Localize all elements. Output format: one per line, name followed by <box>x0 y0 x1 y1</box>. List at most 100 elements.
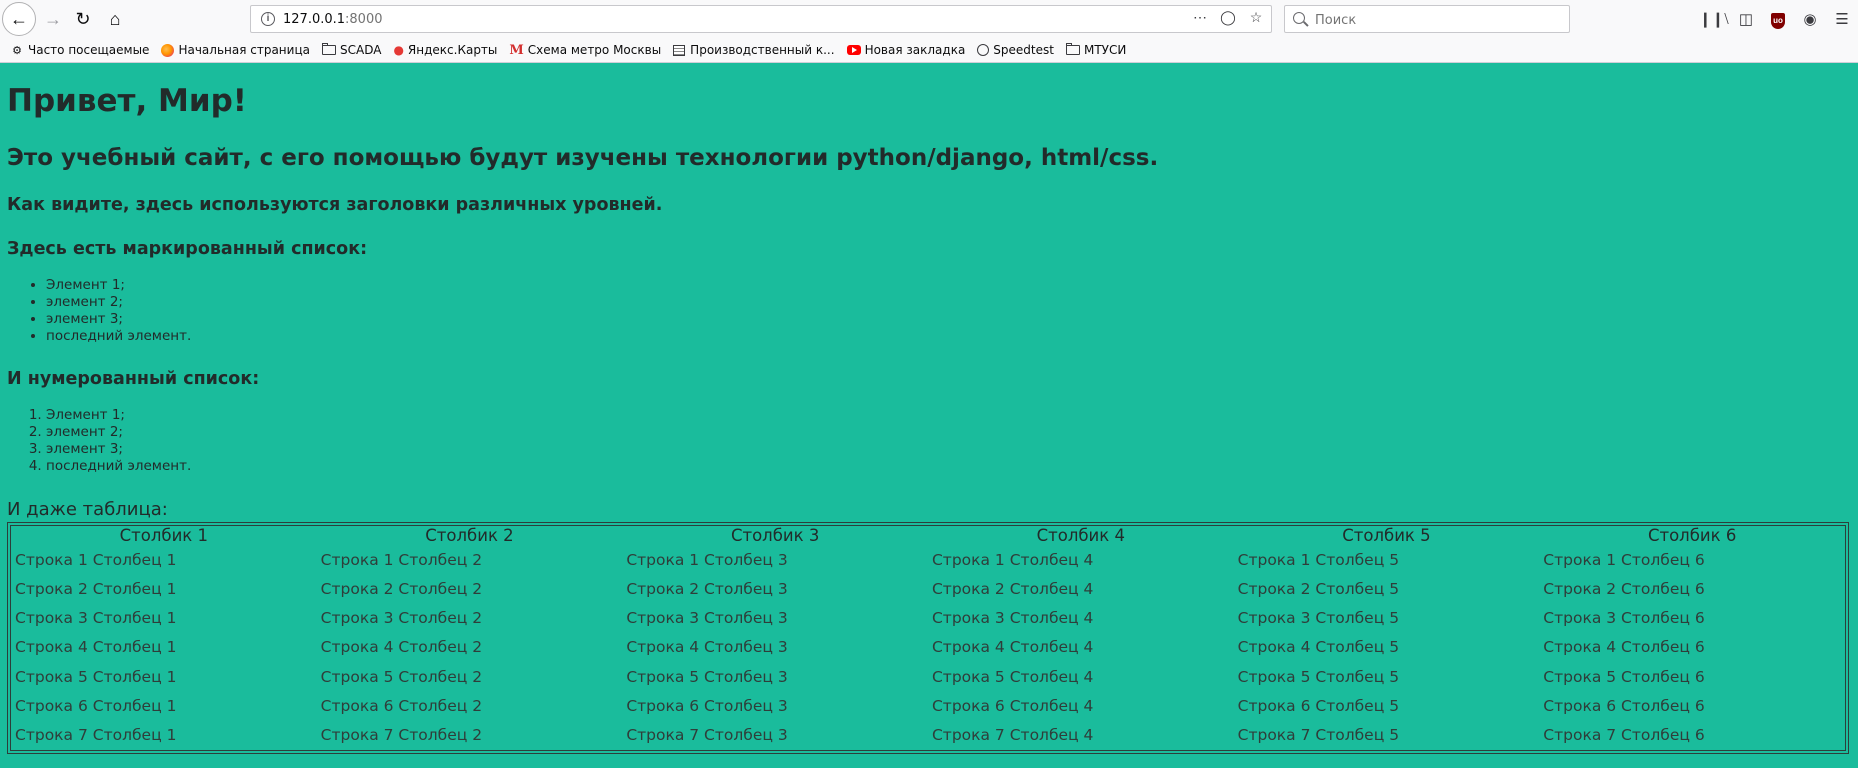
table-cell: Строка 2 Столбец 4 <box>931 579 1094 598</box>
bookmark-production[interactable]: Производственный к... <box>673 43 835 57</box>
arrow-right-icon: → <box>44 8 62 29</box>
list-item: последний элемент. <box>46 458 191 475</box>
bookmark-yandex-maps[interactable]: ● Яндекс.Карты <box>393 43 497 57</box>
list-item: последний элемент. <box>46 328 191 345</box>
list-item: элемент 3; <box>46 311 191 328</box>
bookmark-label: Схема метро Москвы <box>527 43 662 57</box>
table-cell: Строка 6 Столбец 3 <box>626 697 788 716</box>
bookmark-label: Яндекс.Карты <box>407 43 498 57</box>
bulleted-list: Элемент 1; элемент 2; элемент 3; последн… <box>30 277 191 345</box>
gauge-icon <box>977 44 990 56</box>
table-cell: Строка 5 Столбец 2 <box>320 667 483 686</box>
youtube-icon <box>846 45 861 55</box>
table-cell: Строка 3 Столбец 6 <box>1543 609 1705 628</box>
table-cell: Строка 6 Столбец 4 <box>931 697 1094 716</box>
sidebar-icon[interactable]: ◫ <box>1730 10 1762 28</box>
bookmark-label: МТУСИ <box>1083 43 1127 57</box>
reload-button[interactable]: ↻ <box>68 4 98 34</box>
address-bar[interactable]: i 127.0.0.1:8000 ⋯ ◯ ☆ <box>250 5 1272 33</box>
table-row: Строка 5 Столбец 1 Строка 5 Столбец 2 Ст… <box>11 662 1845 691</box>
table-header-row: Столбик 1 Столбик 2 Столбик 3 Столбик 4 … <box>11 526 1845 545</box>
table-cell: Строка 5 Столбец 5 <box>1237 667 1400 686</box>
list-item: Элемент 1; <box>46 407 191 424</box>
column-header: Столбик 6 <box>1647 526 1737 545</box>
search-input[interactable] <box>1313 9 1557 31</box>
table-cell: Строка 6 Столбец 5 <box>1237 697 1400 716</box>
bookmark-label: Часто посещаемые <box>28 43 150 57</box>
bookmark-folder-mtuci[interactable]: МТУСИ <box>1065 43 1127 57</box>
table-cell: Строка 7 Столбец 3 <box>626 726 788 745</box>
ublock-icon[interactable]: uo <box>1762 10 1794 29</box>
pocket-icon[interactable]: ◯ <box>1219 9 1237 26</box>
gear-icon: ⚙ <box>12 43 22 57</box>
table-cell: Строка 6 Столбец 6 <box>1543 697 1705 716</box>
bookmark-label: SCADA <box>339 43 382 57</box>
folder-icon <box>1065 43 1080 55</box>
bookmark-start-page[interactable]: Начальная страница <box>161 43 310 57</box>
numbered-list: Элемент 1; элемент 2; элемент 3; последн… <box>30 407 191 475</box>
url-host: 127.0.0.1 <box>283 12 346 27</box>
column-header: Столбик 5 <box>1342 526 1431 545</box>
table-cell: Строка 2 Столбец 1 <box>15 579 177 598</box>
forward-button[interactable]: → <box>38 4 68 34</box>
headings-note: Как видите, здесь используются заголовки… <box>7 195 663 215</box>
navigation-toolbar: ← → ↻ ⌂ i 127.0.0.1:8000 ⋯ ◯ ☆ ❙❙⧵ ◫ <box>0 0 1858 38</box>
search-icon <box>1293 12 1305 24</box>
page-actions-icon[interactable]: ⋯ <box>1191 9 1209 26</box>
firefox-icon <box>161 43 175 57</box>
table-cell: Строка 4 Столбец 1 <box>15 638 177 657</box>
bulleted-list-heading: Здесь есть маркированный список: <box>7 239 368 259</box>
table-cell: Строка 1 Столбец 1 <box>15 550 177 569</box>
table-cell: Строка 4 Столбец 2 <box>320 638 483 657</box>
bookmark-metro-map[interactable]: M Схема метро Москвы <box>509 43 661 58</box>
home-button[interactable]: ⌂ <box>100 4 130 34</box>
table-body: Строка 1 Столбец 1 Строка 1 Столбец 2 Ст… <box>11 545 1845 750</box>
table-cell: Строка 2 Столбец 3 <box>626 579 788 598</box>
url-text[interactable]: 127.0.0.1:8000 <box>283 12 383 27</box>
table-cell: Строка 7 Столбец 6 <box>1543 726 1705 745</box>
table-cell: Строка 1 Столбец 5 <box>1237 550 1400 569</box>
column-header: Столбик 3 <box>730 526 820 545</box>
table-cell: Строка 3 Столбец 3 <box>626 609 788 628</box>
menu-icon[interactable]: ☰ <box>1826 10 1858 28</box>
list-item: элемент 3; <box>46 441 191 458</box>
table-cell: Строка 5 Столбец 3 <box>626 667 788 686</box>
table-cell: Строка 6 Столбец 2 <box>320 697 483 716</box>
table-row: Строка 3 Столбец 1 Строка 3 Столбец 2 Ст… <box>11 604 1845 633</box>
list-item: элемент 2; <box>46 294 191 311</box>
bookmark-new[interactable]: Новая закладка <box>846 43 966 57</box>
search-bar[interactable] <box>1284 5 1570 33</box>
info-icon[interactable]: i <box>261 12 275 26</box>
numbered-list-heading: И нумерованный список: <box>7 369 260 389</box>
table-cell: Строка 7 Столбец 5 <box>1237 726 1400 745</box>
bookmark-speedtest[interactable]: Speedtest <box>977 43 1054 57</box>
table-cell: Строка 3 Столбец 4 <box>931 609 1094 628</box>
table-cell: Строка 3 Столбец 2 <box>320 609 483 628</box>
table-cell: Строка 1 Столбец 2 <box>320 550 483 569</box>
back-button[interactable]: ← <box>2 2 36 36</box>
table-cell: Строка 7 Столбец 1 <box>15 726 177 745</box>
list-item: Элемент 1; <box>46 277 191 294</box>
bookmark-label: Speedtest <box>993 43 1054 57</box>
list-item: элемент 2; <box>46 424 191 441</box>
table-cell: Строка 4 Столбец 6 <box>1543 638 1705 657</box>
bookmark-most-visited[interactable]: ⚙ Часто посещаемые <box>10 43 149 57</box>
bookmark-folder-scada[interactable]: SCADA <box>321 43 382 57</box>
table-cell: Строка 1 Столбец 3 <box>626 550 788 569</box>
table-cell: Строка 2 Столбец 5 <box>1237 579 1400 598</box>
table-cell: Строка 2 Столбец 6 <box>1543 579 1705 598</box>
bookmarks-toolbar: ⚙ Часто посещаемые Начальная страница SC… <box>0 38 1858 62</box>
column-header: Столбик 2 <box>425 526 514 545</box>
table-frame: Столбик 1 Столбик 2 Столбик 3 Столбик 4 … <box>7 522 1849 754</box>
table-caption: И даже таблица: <box>7 499 168 520</box>
bookmark-star-icon[interactable]: ☆ <box>1247 9 1265 26</box>
url-actions: ⋯ ◯ ☆ <box>1191 9 1265 26</box>
table-cell: Строка 7 Столбец 4 <box>931 726 1094 745</box>
table-cell: Строка 1 Столбец 6 <box>1543 550 1705 569</box>
library-icon[interactable]: ❙❙⧵ <box>1698 10 1730 28</box>
account-icon[interactable]: ◉ <box>1794 10 1826 28</box>
table-row: Строка 6 Столбец 1 Строка 6 Столбец 2 Ст… <box>11 691 1845 720</box>
page-subtitle: Это учебный сайт, с его помощью будут из… <box>7 145 1159 171</box>
table-cell: Строка 2 Столбец 2 <box>320 579 483 598</box>
bookmark-label: Новая закладка <box>864 43 966 57</box>
